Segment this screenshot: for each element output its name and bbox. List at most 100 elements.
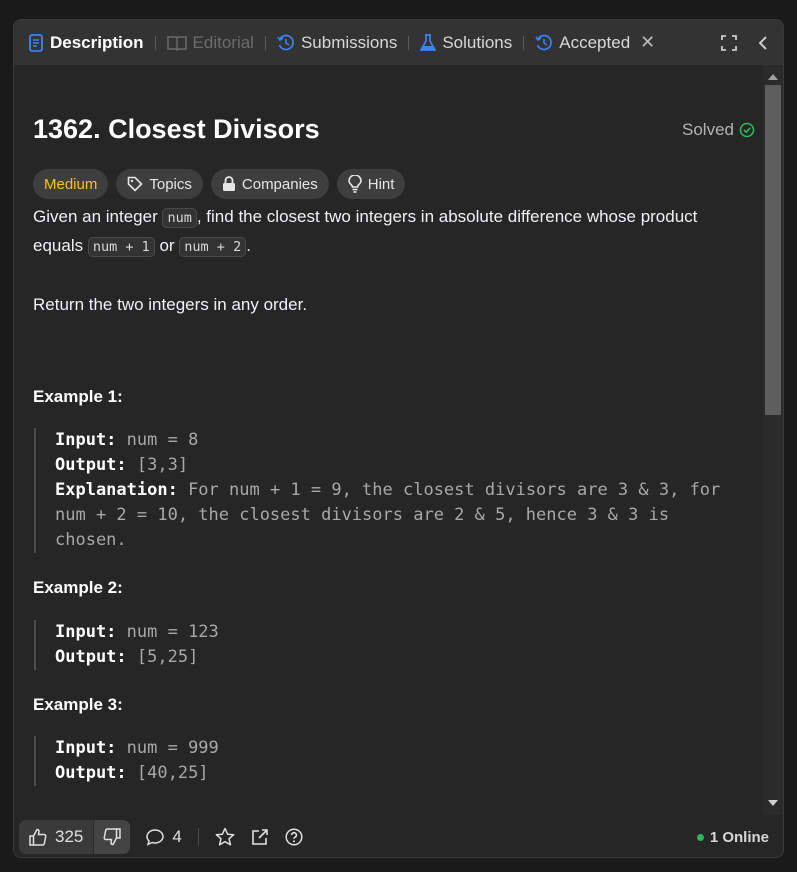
example-line: Output: [5,25] [55, 645, 734, 670]
output-label: Output: [55, 647, 127, 667]
footer-separator [197, 828, 199, 846]
favorite-button[interactable] [215, 827, 235, 847]
toolbar-right [721, 20, 769, 65]
topics-label: Topics [149, 175, 192, 193]
description-content: 1362. Closest Divisors Solved Medium Top… [14, 65, 763, 815]
output-value: [5,25] [126, 647, 199, 667]
scroll-up-arrow-icon[interactable] [768, 74, 778, 80]
tab-separator [264, 35, 266, 50]
star-icon [215, 827, 235, 846]
history-icon [277, 34, 294, 50]
hint-label: Hint [367, 175, 395, 193]
example-line: Output: [40,25] [55, 761, 734, 786]
topics-button[interactable]: Topics [116, 169, 203, 199]
like-count: 325 [55, 827, 84, 846]
tag-icon [128, 176, 143, 192]
input-label: Input: [55, 738, 117, 758]
tab-bar: Description Editorial Submissions Soluti… [14, 20, 783, 65]
share-button[interactable] [251, 828, 269, 846]
scroll-down-arrow-icon[interactable] [768, 800, 778, 806]
tab-accepted-label: Accepted [559, 32, 631, 52]
online-count: 1 Online [709, 828, 769, 846]
dislike-button[interactable] [93, 820, 131, 854]
example-title: Example 3: [33, 695, 123, 714]
tab-separator [408, 35, 410, 50]
input-value: num = 8 [116, 430, 199, 450]
scrollbar[interactable] [763, 65, 783, 815]
example-block: Input: num = 123 Output: [5,25] [34, 620, 734, 670]
statement-text: Given an integer [33, 207, 163, 226]
output-value: [40,25] [126, 763, 209, 783]
companies-label: Companies [241, 175, 318, 193]
inline-code: num [162, 208, 197, 228]
example-line: num + 2 = 10, the closest divisors are 2… [55, 505, 670, 525]
inline-code: num + 2 [179, 237, 247, 257]
check-circle-icon [739, 122, 755, 138]
hint-button[interactable]: Hint [336, 169, 406, 199]
problem-statement: Given an integer num, find the closest t… [33, 203, 743, 261]
example-title: Example 1: [33, 387, 123, 406]
difficulty-badge: Medium [33, 169, 109, 199]
example-block: Input: num = 999 Output: [40,25] [34, 736, 734, 786]
example-line: Output: [3,3] [55, 453, 734, 478]
tab-description-label: Description [50, 32, 144, 52]
example-line: Explanation: For num + 1 = 9, the closes… [55, 478, 734, 503]
scrollbar-thumb[interactable] [765, 85, 781, 415]
output-value: [3,3] [126, 455, 189, 475]
vote-group: 325 [19, 820, 131, 854]
comment-count: 4 [172, 827, 182, 846]
question-circle-icon [285, 828, 303, 846]
comments-button[interactable]: 4 [146, 827, 182, 847]
statement-text: . [246, 236, 251, 255]
thumbs-down-icon [103, 828, 122, 846]
example-line: Input: num = 8 [55, 428, 734, 453]
online-dot [696, 833, 704, 841]
output-label: Output: [55, 763, 127, 783]
lock-icon [222, 176, 235, 191]
tab-solutions[interactable]: Solutions [420, 20, 512, 65]
input-label: Input: [55, 622, 117, 642]
lightbulb-icon [347, 175, 362, 193]
tab-submissions[interactable]: Submissions [277, 20, 397, 65]
close-icon[interactable]: ✕ [640, 32, 655, 53]
input-label: Input: [55, 430, 117, 450]
problem-panel: Description Editorial Submissions Soluti… [13, 19, 784, 858]
example-line: Input: num = 999 [55, 736, 734, 761]
tab-editorial[interactable]: Editorial [166, 20, 254, 65]
tab-accepted[interactable]: Accepted ✕ [535, 20, 655, 65]
tab-submissions-label: Submissions [300, 32, 398, 52]
example-title: Example 2: [33, 578, 123, 597]
example-line: Input: num = 123 [55, 620, 734, 645]
companies-button[interactable]: Companies [210, 169, 329, 199]
book-icon [166, 35, 187, 51]
description-icon [29, 33, 43, 52]
comment-icon [146, 829, 165, 846]
tab-editorial-label: Editorial [192, 32, 254, 52]
thumbs-up-icon [29, 828, 47, 846]
external-link-icon [252, 829, 268, 845]
output-label: Output: [55, 455, 127, 475]
input-value: num = 123 [116, 622, 219, 642]
help-button[interactable] [285, 828, 303, 846]
footer-bar: 325 4 1 Online [14, 815, 783, 857]
like-button[interactable]: 325 [19, 820, 93, 854]
chevron-left-icon[interactable] [757, 35, 769, 51]
history-icon [535, 34, 553, 50]
fullscreen-icon[interactable] [721, 34, 737, 51]
example-line: chosen. [55, 530, 127, 550]
page-title: 1362. Closest Divisors [33, 114, 320, 144]
tab-separator [523, 35, 525, 50]
statement-text: or [154, 236, 180, 255]
tab-separator [154, 35, 156, 50]
statement-paragraph: Return the two integers in any order. [33, 295, 308, 314]
tag-row: Medium Topics Companies Hint [33, 169, 406, 199]
tab-solutions-label: Solutions [442, 32, 513, 52]
explanation-text: For num + 1 = 9, the closest divisors ar… [177, 480, 721, 500]
flask-icon [420, 33, 437, 51]
solved-label: Solved [682, 120, 734, 139]
inline-code: num + 1 [87, 237, 155, 257]
input-value: num = 999 [116, 738, 219, 758]
example-block: Input: num = 8 Output: [3,3] Explanation… [34, 428, 734, 553]
explanation-label: Explanation: [55, 480, 178, 500]
tab-description[interactable]: Description [28, 20, 144, 65]
